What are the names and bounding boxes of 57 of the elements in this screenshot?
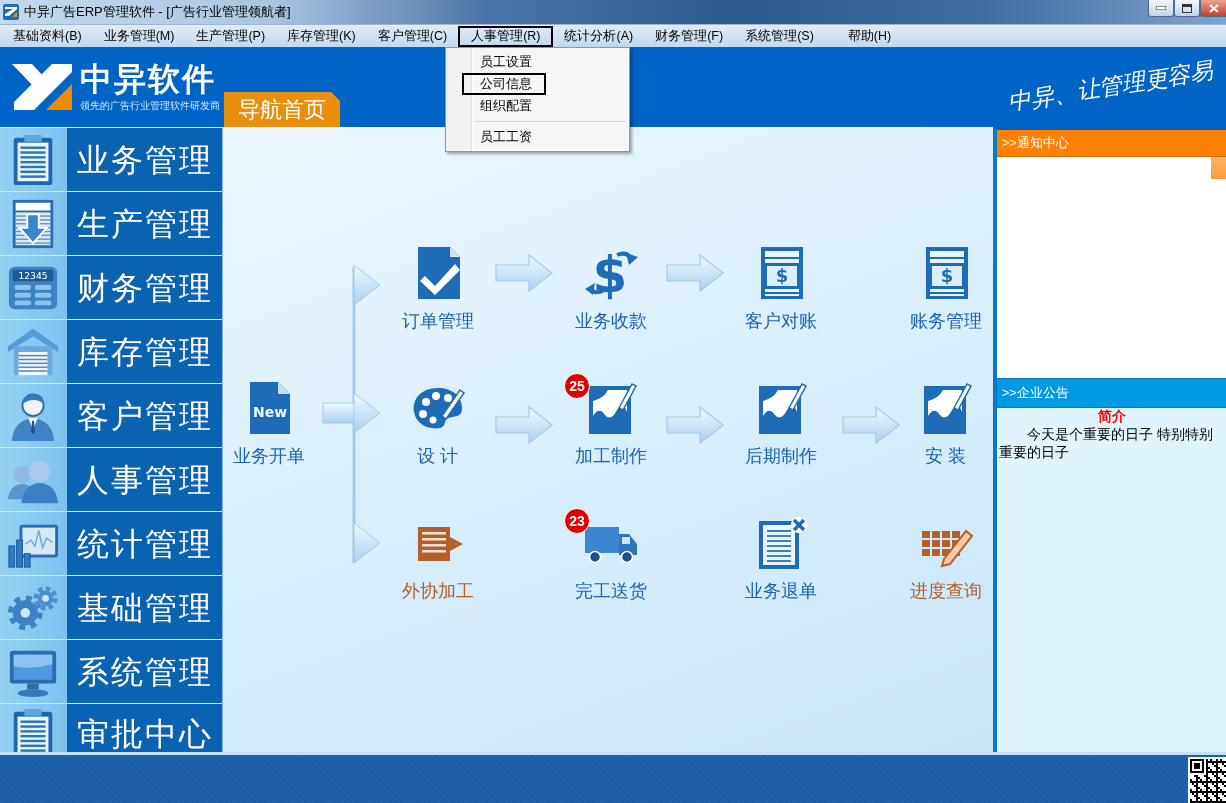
sidebar-item[interactable]: 基础管理 xyxy=(0,576,222,640)
sidebar-item[interactable]: 系统管理 xyxy=(0,640,222,704)
panel-header: >>企业公告 xyxy=(997,378,1226,408)
minimize-button[interactable] xyxy=(1148,0,1174,17)
menu-item[interactable]: 基础资料(B) xyxy=(2,25,93,47)
menu-item[interactable]: 员工设置 xyxy=(462,51,546,73)
flow-node[interactable]: 设 计 xyxy=(410,380,466,466)
qr-code-icon xyxy=(1188,757,1226,803)
brand-tagline: 领先的广告行业管理软件研发商 xyxy=(80,100,220,112)
flow-node[interactable]: 进度查询 xyxy=(910,515,982,601)
sidebar-item[interactable]: 审批中心 xyxy=(0,704,222,752)
sidebar-item[interactable]: 生产管理 xyxy=(0,192,222,256)
close-button[interactable] xyxy=(1200,0,1226,17)
menu-item[interactable]: 业务管理(M) xyxy=(92,25,186,47)
maximize-button[interactable] xyxy=(1174,0,1200,17)
sidebar-item[interactable]: 人事管理 xyxy=(0,448,222,512)
announcement-title: 简介 xyxy=(1097,408,1126,425)
flow-node[interactable]: 安 装 xyxy=(918,380,974,466)
menu-item[interactable]: 帮助(H) xyxy=(836,25,903,47)
flow-node[interactable]: 23 完工送货 xyxy=(555,507,667,601)
slogan-text: 中异、让管理更容易 xyxy=(1006,57,1215,117)
announcement-text: 今天是个重要的日子 特别特别重要的日子 xyxy=(998,425,1214,461)
count-badge: 25 xyxy=(564,373,590,399)
menu-item[interactable]: 员工工资 xyxy=(462,126,546,148)
flow-node[interactable]: 订单管理 xyxy=(402,245,474,331)
app-icon xyxy=(3,4,19,20)
flow-node[interactable]: 业务退单 xyxy=(745,515,817,601)
menu-item[interactable]: 财务管理(F) xyxy=(644,25,735,47)
maximize-icon xyxy=(1182,3,1192,13)
menu-item[interactable]: 库存管理(K) xyxy=(276,25,367,47)
flow-node[interactable]: 后期制作 xyxy=(745,380,817,466)
flow-node[interactable]: 外协加工 xyxy=(402,515,474,601)
flow-node[interactable]: $ 业务收款 xyxy=(575,245,647,331)
flow-node[interactable]: 25 加工制作 xyxy=(555,372,667,466)
scroll-thumb[interactable] xyxy=(1211,157,1226,179)
sidebar-item[interactable]: 12345 财务管理 xyxy=(0,256,222,320)
flow-node[interactable]: $ 客户对账 xyxy=(745,245,817,331)
flow-node[interactable]: $ 账务管理 xyxy=(910,245,982,331)
window-title: 中异广告ERP管理软件 - [广告行业管理领航者] xyxy=(24,4,291,20)
menu-item[interactable]: 公司信息 xyxy=(462,73,546,95)
sidebar-item[interactable]: 业务管理 xyxy=(0,128,222,192)
flow-node[interactable]: New 业务开单 xyxy=(233,380,305,466)
minimize-icon xyxy=(1156,6,1166,10)
menu-item[interactable]: 生产管理(P) xyxy=(185,25,277,47)
menu-item[interactable]: 系统管理(S) xyxy=(734,25,825,47)
close-icon xyxy=(1208,3,1219,13)
sidebar-item[interactable]: 库存管理 xyxy=(0,320,222,384)
panel-header: >>通知中心 xyxy=(997,130,1226,157)
menu-item[interactable]: 客户管理(C) xyxy=(366,25,459,47)
menu-item[interactable]: 组织配置 xyxy=(462,95,546,117)
logo-icon xyxy=(12,62,72,112)
menu-item[interactable]: 人事管理(R) xyxy=(458,25,554,47)
brand-name: 中异软件 xyxy=(80,61,217,97)
sidebar-item[interactable]: 客户管理 xyxy=(0,384,222,448)
menu-item[interactable]: 统计分析(A) xyxy=(553,25,645,47)
count-badge: 23 xyxy=(564,508,590,534)
sidebar-item[interactable]: 统计管理 xyxy=(0,512,222,576)
